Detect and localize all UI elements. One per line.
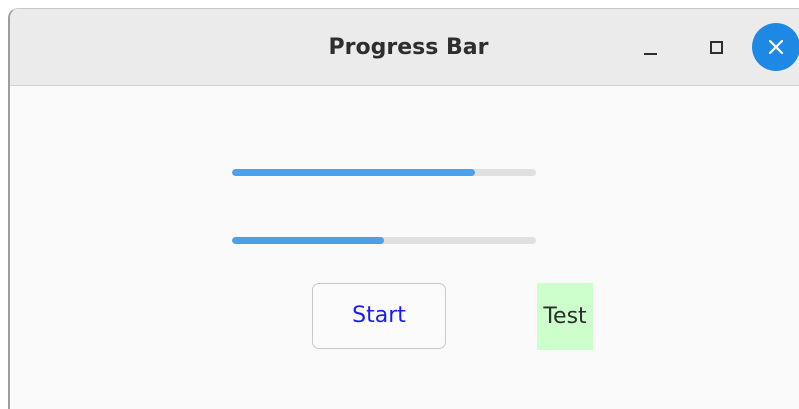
window-content: Start Test <box>10 86 799 409</box>
progress-bar-1-fill <box>232 169 476 176</box>
maximize-button[interactable] <box>700 31 734 65</box>
start-button[interactable]: Start <box>312 283 446 349</box>
progress-bar-2-fill <box>232 237 384 244</box>
minimize-button[interactable] <box>634 31 668 65</box>
window-title: Progress Bar <box>328 35 489 60</box>
progress-bar-1 <box>232 169 536 176</box>
test-label: Test <box>537 283 593 350</box>
app-window: Progress Bar Start Test <box>8 8 799 409</box>
close-button[interactable] <box>752 23 799 71</box>
close-icon <box>768 39 784 55</box>
title-bar[interactable]: Progress Bar <box>10 9 799 86</box>
progress-bar-2 <box>232 237 536 244</box>
